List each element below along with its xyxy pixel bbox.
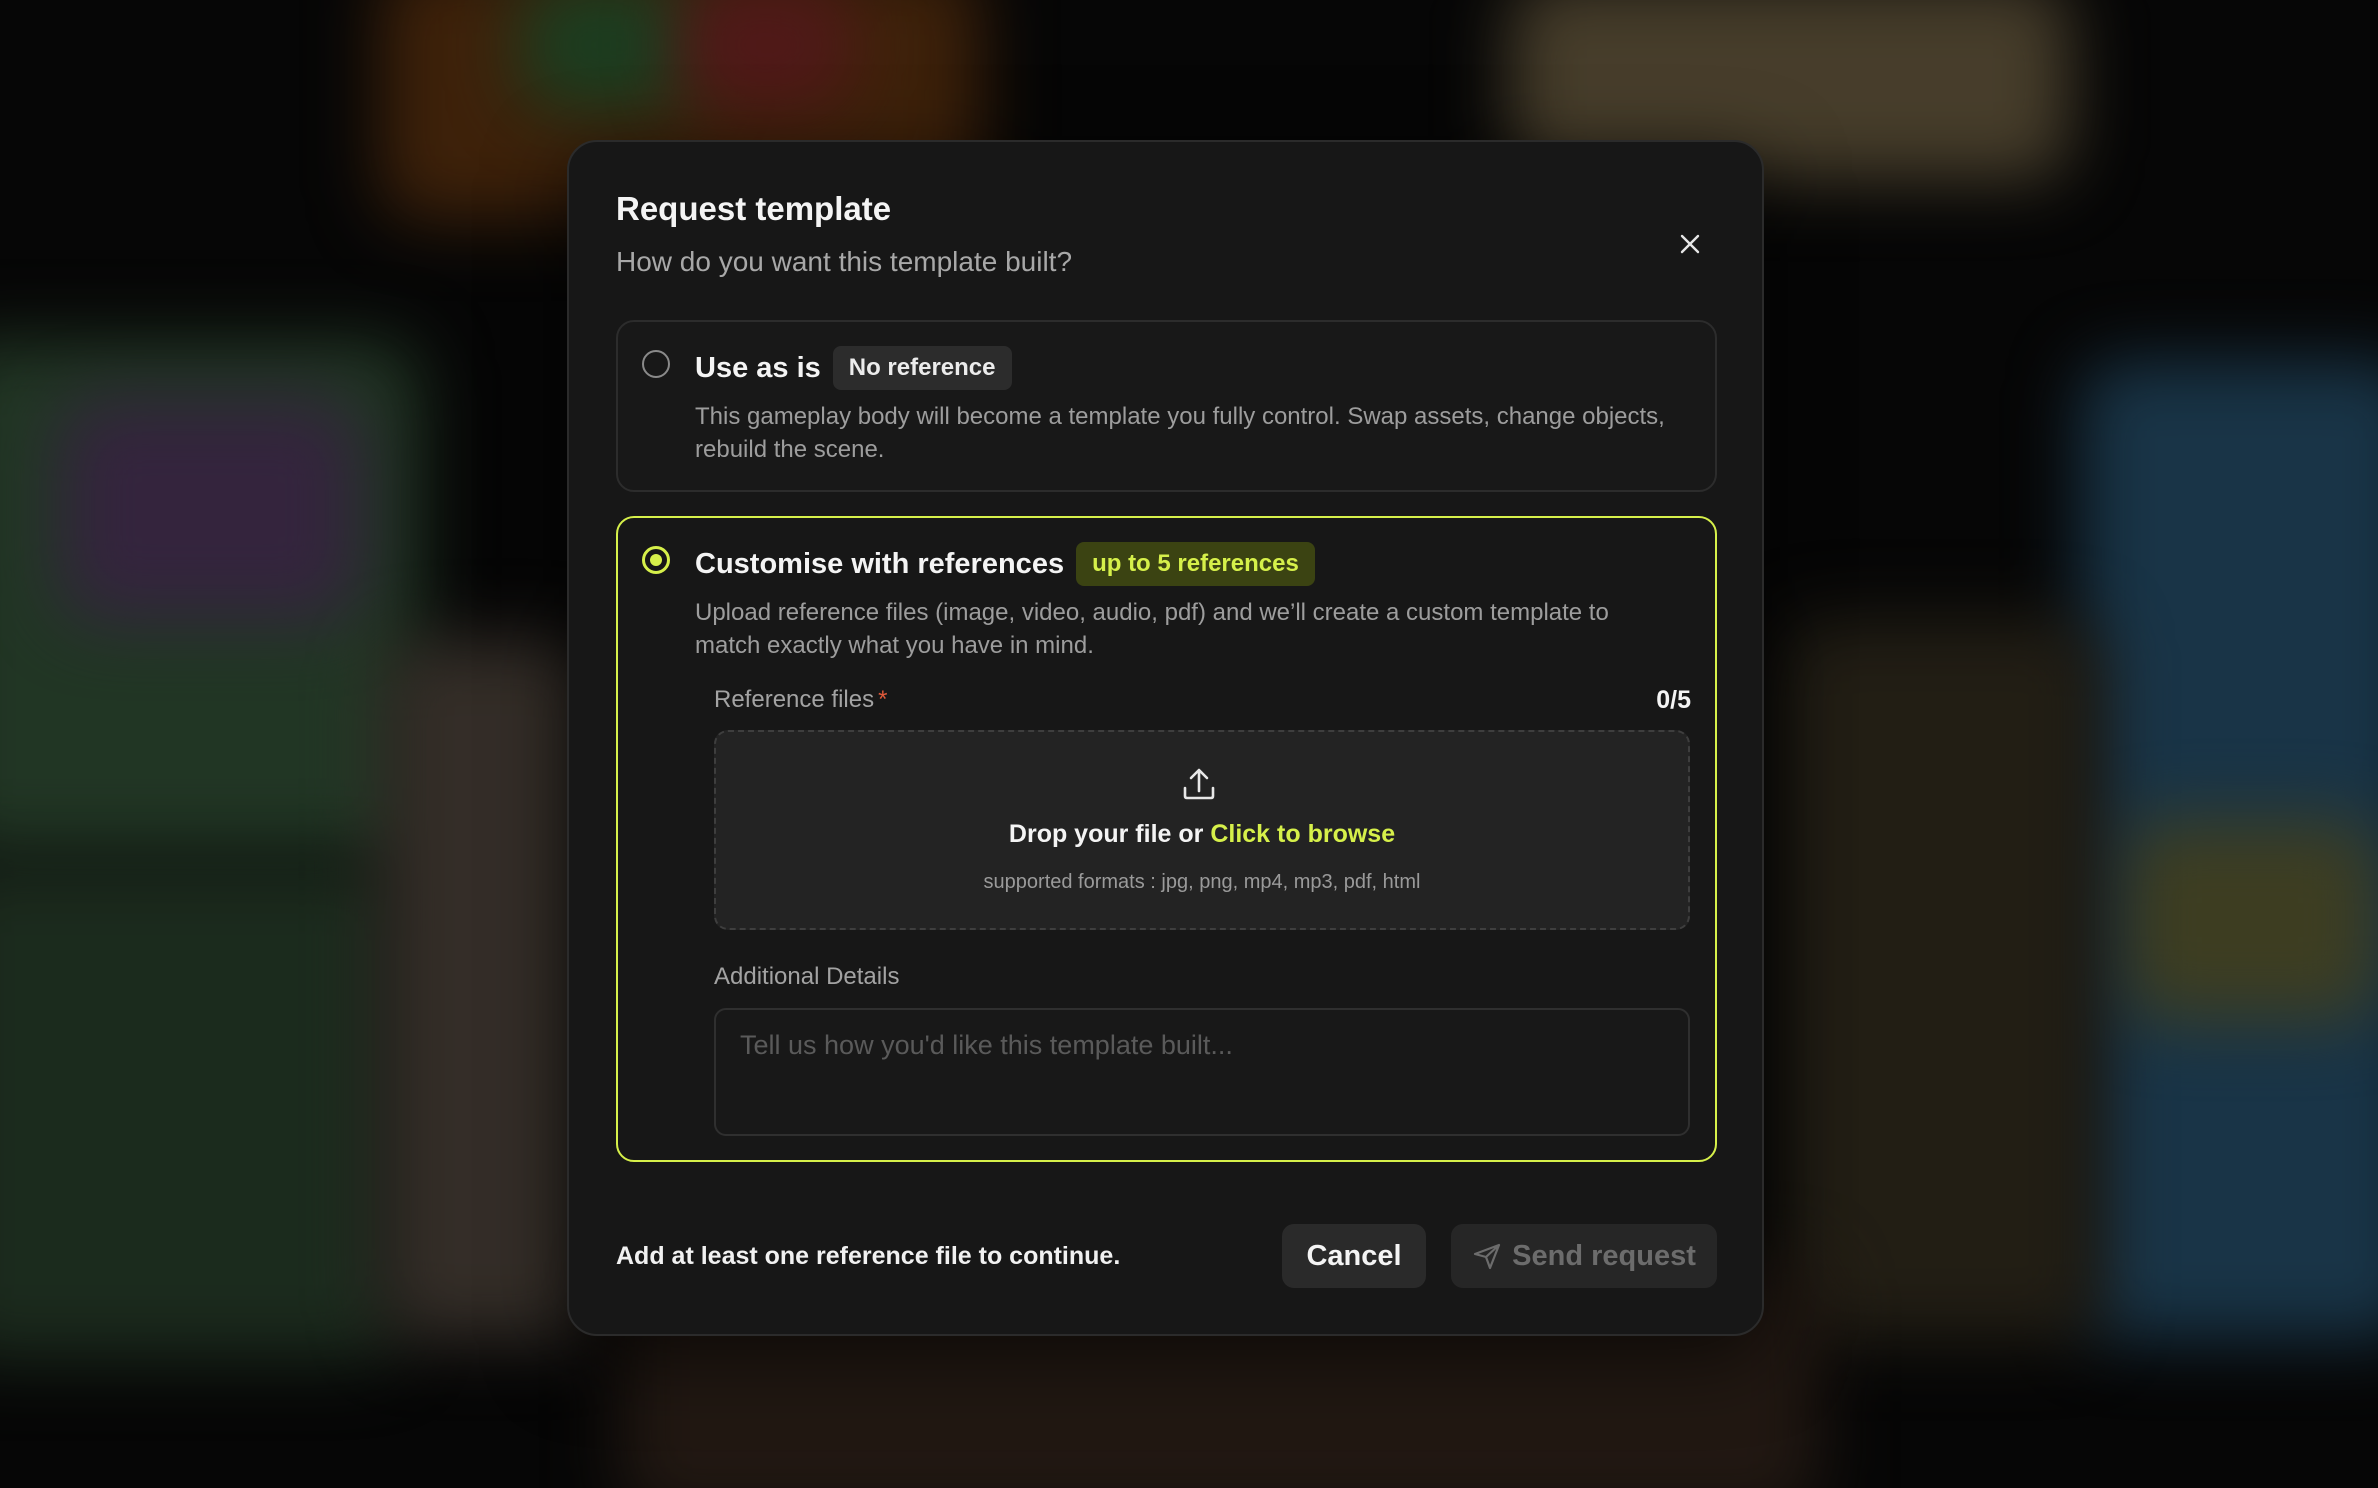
file-dropzone[interactable]: Drop your file or Click to browse suppor… — [714, 730, 1690, 930]
drop-text: Drop your file or — [1008, 820, 1204, 848]
option-heading: Customise with references up to 5 refere… — [695, 542, 1315, 586]
radio-selected-dot — [650, 554, 662, 566]
dialog-title: Request template — [616, 190, 892, 227]
required-marker: * — [878, 686, 888, 713]
radio-use-as-is[interactable] — [642, 350, 670, 378]
send-request-button[interactable]: Send request — [1451, 1224, 1717, 1288]
close-button[interactable] — [1668, 222, 1712, 266]
references-limit-badge: up to 5 references — [1076, 542, 1315, 586]
option-heading: Use as is No reference — [695, 346, 1012, 390]
send-request-label: Send request — [1512, 1239, 1696, 1272]
option-customise-with-references[interactable]: Customise with references up to 5 refere… — [616, 516, 1717, 1162]
reference-files-label-text: Reference files — [714, 686, 875, 713]
option-title: Use as is — [695, 351, 821, 384]
upload-icon — [1183, 768, 1215, 800]
option-use-as-is[interactable]: Use as is No reference This gameplay bod… — [616, 320, 1717, 492]
close-icon — [1680, 234, 1700, 254]
additional-details-label: Additional Details — [714, 963, 900, 990]
radio-customise[interactable] — [642, 546, 670, 574]
browse-link[interactable]: Click to browse — [1210, 820, 1395, 848]
option-title: Customise with references — [695, 547, 1065, 580]
drop-instructions: Drop your file or Click to browse — [716, 820, 1688, 849]
additional-details-input[interactable] — [714, 1008, 1690, 1136]
dialog-subtitle: How do you want this template built? — [616, 246, 1073, 277]
option-description: Upload reference files (image, video, au… — [695, 599, 1609, 659]
footer-hint: Add at least one reference file to conti… — [616, 1242, 1121, 1270]
option-description: This gameplay body will become a templat… — [695, 403, 1665, 463]
reference-files-label: Reference files * — [714, 686, 887, 714]
supported-formats: supported formats : jpg, png, mp4, mp3, … — [983, 871, 1421, 893]
cancel-button[interactable]: Cancel — [1282, 1224, 1426, 1288]
file-count: 0/5 — [1656, 686, 1691, 714]
no-reference-badge: No reference — [832, 346, 1012, 390]
request-template-dialog: Request template How do you want this te… — [567, 140, 1764, 1336]
send-icon — [1474, 1243, 1501, 1270]
